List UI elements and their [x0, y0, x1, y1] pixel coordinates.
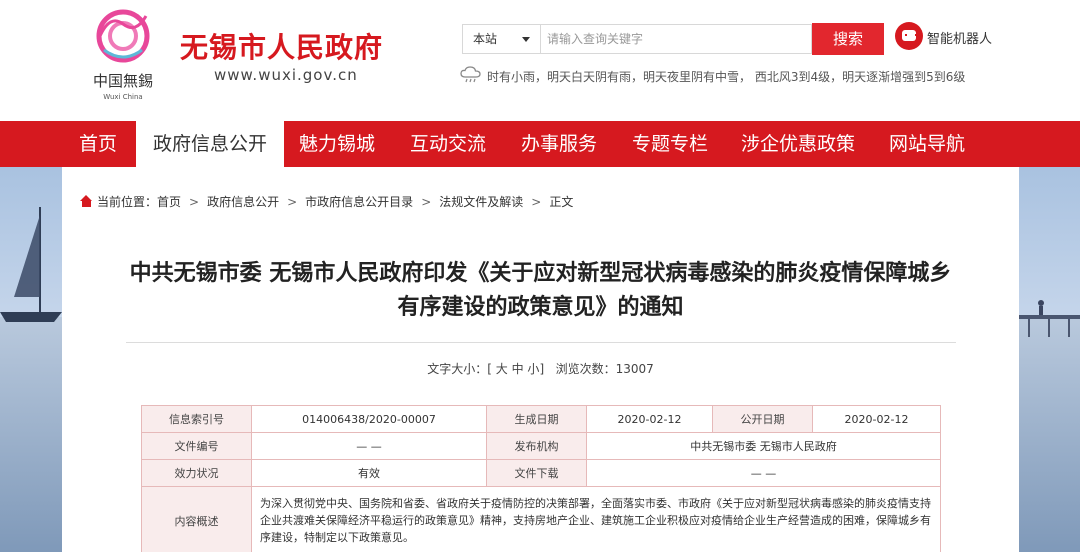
svg-text:Wuxi China: Wuxi China — [103, 93, 142, 101]
breadcrumb: 当前位置：首页 > 政府信息公开 > 市政府信息公开目录 > 法规文件及解读 > 正文 — [80, 193, 573, 210]
created-date-value: 2020-02-12 — [586, 405, 713, 433]
nav-item-services[interactable]: 办事服务 — [506, 121, 612, 167]
file-download-key: 文件下载 — [486, 459, 587, 487]
table-row: 文件编号 — — 发布机构 中共无锡市委 无锡市人民政府 — [141, 432, 941, 460]
font-size-label: 文字大小：[ — [427, 362, 492, 376]
weather-forecast: 时有小雨，明天白天阴有雨，明天夜里阴有中雪， 西北风3到4级，明天逐渐增强到5到… — [487, 70, 966, 84]
search-scope-select[interactable]: 本站 — [462, 24, 540, 54]
nav-item-site-map[interactable]: 网站导航 — [872, 121, 982, 167]
breadcrumb-separator: > — [421, 195, 432, 209]
svg-text:中国無錫: 中国無錫 — [93, 72, 153, 90]
site-title[interactable]: 无锡市人民政府 — [180, 26, 383, 66]
nav-item-charm-city[interactable]: 魅力锡城 — [284, 121, 390, 167]
table-row: 效力状况 有效 文件下载 — — — [141, 459, 941, 487]
search-input[interactable]: 请输入查询关键字 — [540, 24, 812, 54]
sailboat-illustration — [0, 207, 62, 322]
issuer-value: 中共无锡市委 无锡市人民政府 — [586, 432, 941, 460]
site-domain: www.wuxi.gov.cn — [214, 66, 358, 84]
breadcrumb-separator: > — [189, 195, 200, 209]
validity-value: 有效 — [251, 459, 487, 487]
breadcrumb-prefix: 当前位置： — [97, 195, 158, 209]
views-count: 13007 — [615, 362, 654, 376]
table-row: 信息索引号 014006438/2020-00007 生成日期 2020-02-… — [141, 405, 941, 433]
document-number-key: 文件编号 — [141, 432, 252, 460]
document-info-table: 信息索引号 014006438/2020-00007 生成日期 2020-02-… — [141, 405, 941, 552]
breadcrumb-item-regulations[interactable]: 法规文件及解读 — [439, 195, 523, 209]
index-key: 信息索引号 — [141, 405, 252, 433]
summary-value: 为深入贯彻党中央、国务院和省委、省政府关于疫情防控的决策部署，全面落实市委、市政… — [251, 486, 941, 552]
document-number-value: — — — [251, 432, 487, 460]
breadcrumb-item-catalog[interactable]: 市政府信息公开目录 — [305, 195, 413, 209]
font-size-large-button[interactable]: 大 — [496, 362, 508, 376]
article-title-line-1: 中共无锡市委 无锡市人民政府印发《关于应对新型冠状病毒感染的肺炎疫情保障城乡 — [129, 261, 952, 286]
wuxi-emblem-logo[interactable]: 中国無錫 Wuxi China — [80, 6, 166, 102]
nav-item-interaction[interactable]: 互动交流 — [395, 121, 501, 167]
validity-key: 效力状况 — [141, 459, 252, 487]
breadcrumb-item-home[interactable]: 首页 — [157, 195, 181, 209]
issuer-key: 发布机构 — [486, 432, 587, 460]
article-meta: 文字大小：[ 大 中 小] 浏览次数：13007 — [62, 360, 1019, 377]
content-panel: 当前位置：首页 > 政府信息公开 > 市政府信息公开目录 > 法规文件及解读 > 正文 中共无锡… — [62, 167, 1019, 552]
search-button[interactable]: 搜索 — [812, 23, 884, 55]
nav-item-home[interactable]: 首页 — [62, 121, 134, 167]
published-date-key: 公开日期 — [712, 405, 813, 433]
site-header: 中国無錫 Wuxi China 无锡市人民政府 www.wuxi.gov.cn … — [0, 0, 1080, 121]
nav-item-gov-info[interactable]: 政府信息公开 — [136, 121, 284, 167]
article-title: 中共无锡市委 无锡市人民政府印发《关于应对新型冠状病毒感染的肺炎疫情保障城乡 有… — [102, 257, 979, 325]
breadcrumb-item-current: 正文 — [549, 195, 574, 209]
title-divider — [126, 342, 956, 343]
chevron-down-icon — [522, 37, 530, 42]
pier-illustration — [1019, 300, 1080, 337]
index-value: 014006438/2020-00007 — [251, 405, 487, 433]
views-label: 浏览次数： — [555, 362, 616, 376]
font-size-small-button[interactable]: 小 — [527, 362, 539, 376]
file-download-value[interactable]: — — — [586, 459, 941, 487]
created-date-key: 生成日期 — [486, 405, 587, 433]
nav-item-enterprise-policies[interactable]: 涉企优惠政策 — [728, 121, 868, 167]
cloud-rain-icon — [460, 66, 481, 83]
published-date-value: 2020-02-12 — [812, 405, 941, 433]
robot-icon[interactable] — [895, 22, 923, 50]
article-title-line-2: 有序建设的政策意见》的通知 — [397, 295, 684, 320]
home-icon — [80, 195, 93, 207]
main-nav: 首页 政府信息公开 魅力锡城 互动交流 办事服务 专题专栏 涉企优惠政策 网站导… — [0, 121, 1080, 167]
breadcrumb-separator: > — [287, 195, 298, 209]
search-scope-value: 本站 — [473, 32, 498, 46]
summary-key: 内容概述 — [141, 486, 252, 552]
breadcrumb-item-gov-info[interactable]: 政府信息公开 — [207, 195, 279, 209]
font-size-close: ] — [539, 362, 545, 376]
breadcrumb-separator: > — [531, 195, 542, 209]
nav-item-topics[interactable]: 专题专栏 — [617, 121, 723, 167]
table-row: 内容概述 为深入贯彻党中央、国务院和省委、省政府关于疫情防控的决策部署，全面落实… — [141, 486, 941, 552]
smart-robot-link[interactable]: 智能机器人 — [927, 28, 992, 47]
font-size-medium-button[interactable]: 中 — [512, 362, 524, 376]
